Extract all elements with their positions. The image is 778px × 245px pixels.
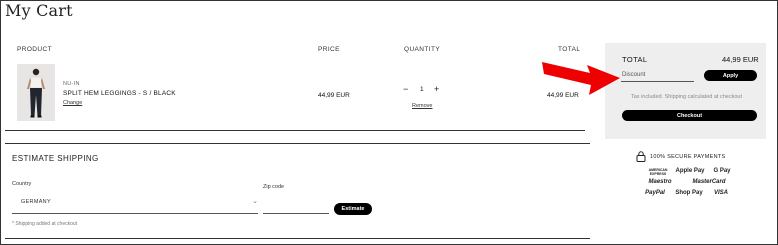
quantity-value[interactable]: 1 <box>420 86 424 93</box>
zip-label: Zip code <box>263 184 285 190</box>
apply-button[interactable]: Apply <box>704 70 757 81</box>
quantity-decrease-button[interactable]: − <box>403 84 408 94</box>
paypal-logo: PayPal <box>645 190 665 196</box>
item-price: 44,99 EUR <box>318 92 350 99</box>
annotation-arrow-icon <box>542 62 620 95</box>
discount-placeholder: Discount <box>622 72 646 78</box>
product-brand: NU-IN <box>63 81 80 87</box>
product-image[interactable] <box>17 64 55 121</box>
shop-pay-logo: Shop Pay <box>675 190 703 196</box>
page-title: My Cart <box>5 1 73 20</box>
remove-link[interactable]: Remove <box>412 103 432 109</box>
quantity-increase-button[interactable]: + <box>434 84 439 94</box>
summary-total-label: TOTAL <box>622 55 648 64</box>
country-label: Country <box>12 181 32 187</box>
amex-logo: AMERICAN EXPRESS <box>648 168 668 176</box>
checkout-button[interactable]: Checkout <box>622 110 757 121</box>
visa-logo: VISA <box>713 190 728 196</box>
change-link[interactable]: Change <box>63 100 82 106</box>
apple-pay-logo: Apple Pay <box>675 168 705 174</box>
country-select[interactable]: GERMANY ⌄ <box>12 194 258 214</box>
google-pay-logo: G Pay <box>713 168 731 174</box>
summary-total-value: 44,99 EUR <box>722 55 759 64</box>
mastercard-logo: MasterCard <box>692 179 726 185</box>
estimate-shipping-title: ESTIMATE SHIPPING <box>12 154 99 163</box>
bottom-divider <box>5 238 590 239</box>
secure-payments-label: 100% SECURE PAYMENTS <box>650 153 726 160</box>
section-divider <box>5 143 590 144</box>
tax-note: Tax included. Shipping calculated at che… <box>631 94 742 100</box>
estimate-button[interactable]: Estimate <box>334 203 372 215</box>
discount-input[interactable]: Discount <box>621 70 694 82</box>
zip-input[interactable] <box>263 197 329 214</box>
header-total: TOTAL <box>558 46 581 53</box>
country-value: GERMANY <box>21 199 51 205</box>
maestro-logo: Maestro <box>648 179 672 185</box>
header-quantity: QUANTITY <box>404 46 441 53</box>
header-price: PRICE <box>318 46 340 53</box>
lock-icon <box>636 151 646 162</box>
cart-divider <box>5 130 585 131</box>
chevron-down-icon: ⌄ <box>252 198 258 205</box>
secure-payments: 100% SECURE PAYMENTS <box>636 151 725 162</box>
shipping-note: * Shipping added at checkout <box>12 221 78 227</box>
header-product: PRODUCT <box>17 46 52 53</box>
product-name[interactable]: SPLIT HEM LEGGINGS - S / BLACK <box>63 90 176 97</box>
